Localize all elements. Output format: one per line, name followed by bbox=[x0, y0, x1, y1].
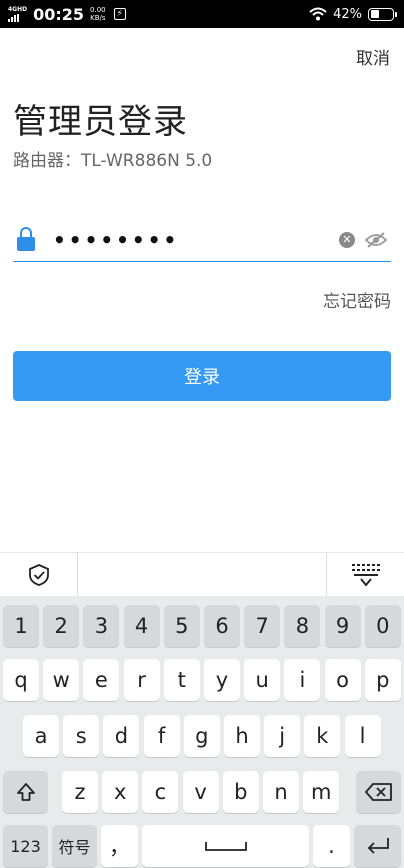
shift-icon bbox=[16, 783, 35, 801]
letter-key-a[interactable]: a bbox=[23, 715, 59, 757]
letter-key-z[interactable]: z bbox=[62, 771, 98, 813]
flash-icon: ⚡ bbox=[113, 8, 126, 20]
letter-key-y[interactable]: y bbox=[204, 659, 240, 701]
speed-value: 0.00 bbox=[90, 6, 106, 14]
number-key-6[interactable]: 6 bbox=[204, 605, 240, 647]
period-key[interactable]: . bbox=[313, 825, 350, 867]
number-key-5[interactable]: 5 bbox=[163, 605, 200, 647]
number-key-9[interactable]: 9 bbox=[324, 605, 361, 647]
letter-key-g[interactable]: g bbox=[183, 715, 220, 757]
battery-percent: 42% bbox=[333, 6, 362, 22]
number-key-3[interactable]: 3 bbox=[83, 605, 120, 647]
clock: 00:25 bbox=[33, 4, 85, 24]
letter-key-i[interactable]: i bbox=[284, 659, 321, 701]
letter-key-v[interactable]: v bbox=[182, 771, 219, 813]
number-key-4[interactable]: 4 bbox=[123, 605, 160, 647]
letter-key-q[interactable]: q bbox=[3, 659, 39, 701]
number-key-2[interactable]: 2 bbox=[43, 605, 80, 647]
letter-key-w[interactable]: w bbox=[43, 659, 80, 701]
enter-icon bbox=[367, 838, 389, 854]
letter-key-n[interactable]: n bbox=[263, 771, 299, 813]
number-key-1[interactable]: 1 bbox=[3, 605, 39, 647]
login-button[interactable]: 登录 bbox=[13, 351, 391, 401]
backspace-icon bbox=[364, 783, 392, 801]
space-key[interactable] bbox=[142, 825, 309, 867]
eye-hidden-icon[interactable] bbox=[365, 231, 387, 248]
letter-key-x[interactable]: x bbox=[102, 771, 139, 813]
letter-key-p[interactable]: p bbox=[364, 659, 401, 701]
mode-123-key[interactable]: 123 bbox=[3, 825, 48, 867]
shield-check-icon bbox=[28, 563, 49, 586]
secure-input-button[interactable] bbox=[0, 552, 78, 597]
hide-keyboard-button[interactable] bbox=[326, 552, 404, 597]
letter-key-d[interactable]: d bbox=[103, 715, 140, 757]
letter-key-k[interactable]: k bbox=[304, 715, 341, 757]
network-speed: 0.00 KB/s bbox=[90, 6, 106, 22]
enter-key[interactable] bbox=[354, 825, 401, 867]
comma-key[interactable]: ， bbox=[101, 825, 138, 867]
wifi-icon bbox=[309, 7, 327, 21]
shift-key[interactable] bbox=[3, 771, 48, 813]
space-icon bbox=[204, 842, 247, 851]
symbols-key[interactable]: 符号 bbox=[52, 825, 97, 867]
speed-unit: KB/s bbox=[90, 14, 106, 22]
keyboard-collapse-icon bbox=[351, 563, 380, 587]
network-type: 4GHD bbox=[8, 6, 28, 13]
number-key-7[interactable]: 7 bbox=[244, 605, 281, 647]
letter-key-o[interactable]: o bbox=[324, 659, 361, 701]
letter-key-m[interactable]: m bbox=[303, 771, 340, 813]
keyboard-toolbar bbox=[0, 552, 404, 597]
cancel-button[interactable]: 取消 bbox=[356, 44, 390, 69]
letter-key-h[interactable]: h bbox=[224, 715, 260, 757]
clear-icon[interactable]: ✕ bbox=[339, 231, 355, 248]
number-key-8[interactable]: 8 bbox=[284, 605, 321, 647]
forgot-password-link[interactable]: 忘记密码 bbox=[323, 287, 391, 312]
page-title: 管理员登录 bbox=[13, 102, 188, 142]
letter-key-s[interactable]: s bbox=[63, 715, 100, 757]
backspace-key[interactable] bbox=[356, 771, 401, 813]
battery-icon bbox=[368, 7, 397, 21]
number-key-0[interactable]: 0 bbox=[364, 605, 401, 647]
letter-key-t[interactable]: t bbox=[163, 659, 200, 701]
status-bar: 4GHD 00:25 0.00 KB/s ⚡ 42% bbox=[0, 0, 404, 28]
signal-icon: 4GHD bbox=[8, 6, 27, 22]
letter-key-b[interactable]: b bbox=[222, 771, 259, 813]
lock-icon bbox=[17, 226, 35, 253]
letter-key-j[interactable]: j bbox=[264, 715, 301, 757]
letter-key-c[interactable]: c bbox=[142, 771, 179, 813]
password-row: ✕ bbox=[13, 218, 391, 262]
letter-key-r[interactable]: r bbox=[123, 659, 160, 701]
soft-keyboard: 1234567890 qwertyuiop asdfghjkl zxcvbnm … bbox=[0, 596, 404, 868]
router-model: 路由器：TL-WR886N 5.0 bbox=[13, 151, 213, 171]
password-input[interactable] bbox=[53, 221, 339, 258]
letter-key-l[interactable]: l bbox=[344, 715, 381, 757]
letter-key-e[interactable]: e bbox=[83, 659, 120, 701]
letter-key-u[interactable]: u bbox=[244, 659, 281, 701]
letter-key-f[interactable]: f bbox=[143, 715, 180, 757]
